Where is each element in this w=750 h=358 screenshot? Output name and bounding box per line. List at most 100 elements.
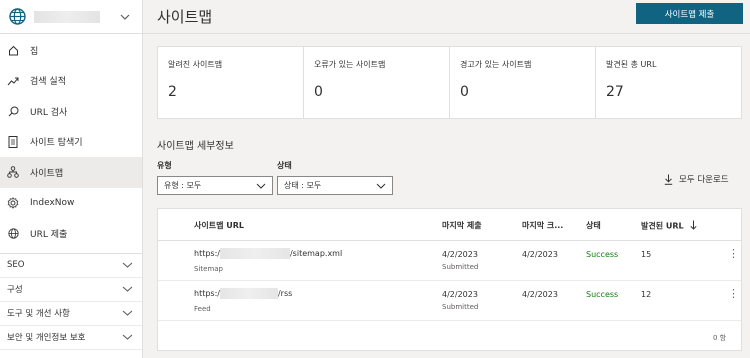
more-options-icon[interactable]: ⋮ bbox=[728, 288, 739, 299]
row-count: 0 항 bbox=[713, 334, 727, 342]
submitted-label: Submitted bbox=[442, 263, 479, 271]
last-crawled: 4/2/2023 bbox=[522, 250, 558, 259]
last-submitted: 4/2/2023 bbox=[442, 250, 478, 259]
site-name-redacted bbox=[34, 10, 100, 23]
sidebar-item-label: 사이트맵 bbox=[30, 168, 64, 179]
type-filter-dropdown[interactable]: 유형 : 모두 bbox=[157, 176, 273, 195]
sidebar-group-configuration[interactable]: 구성 bbox=[0, 278, 142, 302]
status-badge: Success bbox=[586, 250, 619, 259]
sitemap-url[interactable]: https:/ /rss bbox=[194, 288, 292, 299]
home-icon bbox=[7, 44, 19, 56]
sidebar-group-seo[interactable]: SEO bbox=[0, 254, 142, 278]
stat-value: 27 bbox=[606, 84, 624, 100]
sidebar-group-security[interactable]: 보안 및 개인정보 보호 bbox=[0, 326, 142, 350]
discovered-url-count: 12 bbox=[641, 290, 652, 299]
site-selector[interactable] bbox=[0, 0, 142, 34]
sidebar-group-label: 도구 및 개선 사항 bbox=[7, 309, 70, 319]
status-badge: Success bbox=[586, 290, 619, 299]
stat-label: 발견된 총 URL bbox=[606, 60, 657, 69]
stat-value: 0 bbox=[460, 84, 469, 100]
stat-label: 경고가 있는 사이트맵 bbox=[460, 60, 532, 69]
dropdown-value: 상태 : 모두 bbox=[284, 181, 322, 190]
stat-value: 2 bbox=[168, 84, 177, 100]
stat-known-sitemaps: 알려진 사이트맵 2 bbox=[158, 47, 304, 118]
gear-icon bbox=[7, 196, 19, 209]
globe-icon bbox=[7, 227, 19, 239]
sidebar-item-url-submission[interactable]: URL 제출 bbox=[0, 218, 142, 249]
chevron-down-icon bbox=[376, 182, 386, 191]
sidebar-item-label: IndexNow bbox=[30, 197, 75, 208]
stat-value: 0 bbox=[314, 84, 323, 100]
chevron-down-icon bbox=[256, 182, 266, 191]
sidebar-item-url-inspection[interactable]: URL 검사 bbox=[0, 96, 142, 127]
chevron-down-icon bbox=[122, 286, 133, 292]
stats-panel: 알려진 사이트맵 2 오류가 있는 사이트맵 0 경고가 있는 사이트맵 0 발… bbox=[157, 46, 742, 119]
search-icon bbox=[7, 105, 19, 117]
last-crawled: 4/2/2023 bbox=[522, 290, 558, 299]
submit-sitemap-button[interactable]: 사이트맵 제출 bbox=[636, 3, 743, 24]
stat-warning-sitemaps: 경고가 있는 사이트맵 0 bbox=[450, 47, 596, 118]
chevron-down-icon bbox=[122, 310, 133, 316]
chevron-down-icon bbox=[122, 334, 133, 340]
url-prefix: https:/ bbox=[194, 249, 220, 258]
stat-discovered-urls: 발견된 총 URL 27 bbox=[596, 47, 741, 118]
table-row[interactable]: https:/ /rss Feed 4/2/2023 Submitted 4/2/… bbox=[158, 281, 741, 321]
url-prefix: https:/ bbox=[194, 289, 220, 298]
sidebar-item-label: 사이트 탐색기 bbox=[30, 138, 83, 149]
sitemap-url[interactable]: https:/ /sitemap.xml bbox=[194, 248, 342, 259]
sidebar-item-label: 검색 실적 bbox=[30, 77, 66, 88]
divider bbox=[143, 33, 750, 34]
url-suffix: /sitemap.xml bbox=[289, 249, 343, 258]
sidebar-item-label: 집 bbox=[30, 46, 39, 57]
sidebar-group-label: 구성 bbox=[7, 285, 23, 295]
status-filter-label: 상태 bbox=[277, 161, 292, 170]
stat-label: 오류가 있는 사이트맵 bbox=[314, 60, 386, 69]
stat-label: 알려진 사이트맵 bbox=[168, 60, 223, 69]
column-header-last-crawled[interactable]: 마지막 크... bbox=[522, 220, 563, 231]
download-icon bbox=[664, 174, 673, 185]
column-header-label: 발견된 URL bbox=[641, 221, 684, 231]
sitemap-icon bbox=[7, 166, 19, 178]
page-title: 사이트맵 bbox=[157, 8, 213, 26]
more-options-icon[interactable]: ⋮ bbox=[728, 248, 739, 259]
stat-error-sitemaps: 오류가 있는 사이트맵 0 bbox=[304, 47, 450, 118]
sidebar-group-tools[interactable]: 도구 및 개선 사항 bbox=[0, 302, 142, 326]
type-filter-label: 유형 bbox=[157, 161, 172, 170]
redacted-domain bbox=[219, 248, 290, 259]
sitemap-table: 사이트맵 URL 마지막 제출 마지막 크... 상태 발견된 URL http… bbox=[157, 208, 742, 351]
sitemap-type: Feed bbox=[194, 305, 211, 313]
chevron-down-icon bbox=[122, 262, 133, 268]
status-filter-dropdown[interactable]: 상태 : 모두 bbox=[277, 176, 393, 195]
section-title: 사이트맵 세부정보 bbox=[157, 141, 234, 152]
sidebar-group-label: SEO bbox=[7, 260, 25, 270]
column-header-url[interactable]: 사이트맵 URL bbox=[194, 220, 244, 231]
sidebar-item-search-performance[interactable]: 검색 실적 bbox=[0, 66, 142, 97]
download-all-button[interactable]: 모두 다운로드 bbox=[664, 173, 729, 185]
discovered-url-count: 15 bbox=[641, 250, 652, 259]
download-all-label: 모두 다운로드 bbox=[679, 175, 729, 185]
column-header-discovered-urls[interactable]: 발견된 URL bbox=[641, 220, 697, 232]
column-header-status[interactable]: 상태 bbox=[586, 220, 601, 231]
document-icon bbox=[7, 135, 19, 148]
sidebar-item-sitemaps[interactable]: 사이트맵 bbox=[0, 157, 142, 188]
chevron-down-icon[interactable] bbox=[120, 14, 130, 20]
sort-arrow-down-icon bbox=[690, 220, 697, 232]
globe-icon bbox=[8, 8, 26, 26]
sidebar-item-home[interactable]: 집 bbox=[0, 35, 142, 66]
redacted-domain bbox=[219, 288, 278, 299]
trend-icon bbox=[7, 75, 19, 87]
url-suffix: /rss bbox=[277, 289, 293, 298]
table-row[interactable]: https:/ /sitemap.xml Sitemap 4/2/2023 Sub… bbox=[158, 241, 741, 281]
sidebar-item-indexnow[interactable]: IndexNow bbox=[0, 188, 142, 219]
sidebar-item-label: URL 검사 bbox=[30, 107, 68, 118]
sidebar-item-site-explorer[interactable]: 사이트 탐색기 bbox=[0, 127, 142, 158]
column-header-last-submitted[interactable]: 마지막 제출 bbox=[442, 220, 482, 231]
submitted-label: Submitted bbox=[442, 303, 479, 311]
sitemap-type: Sitemap bbox=[194, 265, 223, 273]
last-submitted: 4/2/2023 bbox=[442, 290, 478, 299]
table-header: 사이트맵 URL 마지막 제출 마지막 크... 상태 발견된 URL bbox=[158, 209, 741, 241]
sidebar-group-label: 보안 및 개인정보 보호 bbox=[7, 333, 86, 343]
sidebar-item-label: URL 제출 bbox=[30, 229, 68, 240]
sidebar: 집 검색 실적 URL 검사 사이트 탐색기 사이트맵 IndexNow URL… bbox=[0, 0, 143, 358]
dropdown-value: 유형 : 모두 bbox=[164, 181, 202, 190]
